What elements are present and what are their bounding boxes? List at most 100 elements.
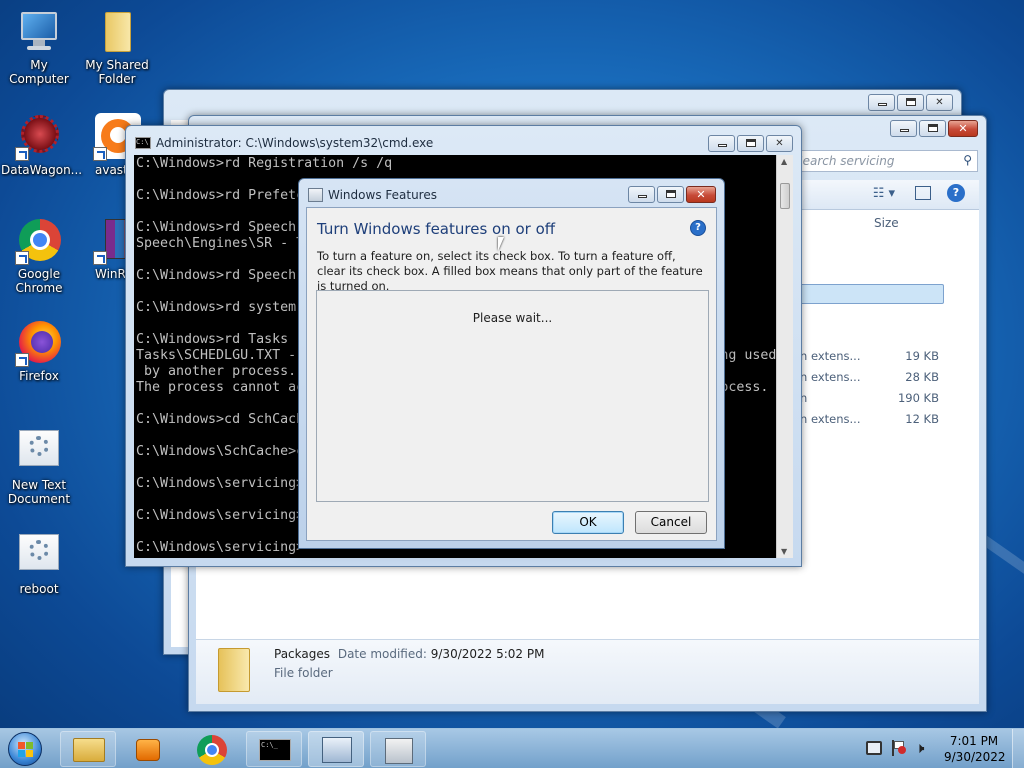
preview-pane-icon[interactable] [915,186,931,200]
file-row[interactable]: on extens... 12 KB [789,410,949,430]
windows-features-dialog[interactable]: Windows Features ✕ Turn Windows features… [298,178,725,549]
window-controls: ✕ [868,94,953,111]
desktop-icon-label: New Text Document [7,478,71,506]
taskbar-media-player[interactable] [120,731,176,767]
desktop-icon-label: Google Chrome [15,267,63,295]
file-row[interactable]: r [789,326,949,346]
column-header-size[interactable]: Size [874,216,899,230]
scroll-up-arrow-icon[interactable]: ▲ [781,157,787,166]
console-line: C:\Windows>rd Registration /s /q [136,156,393,171]
close-icon: ✕ [935,96,944,108]
chrome-icon [15,217,63,265]
features-list[interactable]: Please wait... [316,290,709,502]
help-icon[interactable]: ? [947,184,965,202]
scroll-down-arrow-icon[interactable]: ▼ [781,547,787,556]
clock-time[interactable]: 7:01 PM [944,734,1004,748]
desktop-icon-label: reboot [19,582,59,596]
file-type: on extens... [793,349,861,363]
desktop-icon-firefox[interactable]: Firefox [1,319,77,383]
help-icon[interactable]: ? [690,220,706,236]
desktop-icon-new-text-document[interactable]: New Text Document [1,428,77,506]
window-controls: ✕ [890,120,978,137]
shortcut-arrow-icon [93,251,107,265]
taskbar-chrome[interactable] [184,731,240,767]
desktop-icon-label: Firefox [19,369,59,383]
taskbar-control-panel[interactable] [370,731,426,767]
show-desktop-button[interactable] [1012,729,1024,768]
file-type: on extens... [793,370,861,384]
maximize-button[interactable] [737,135,764,152]
windows-features-icon [308,188,323,202]
maximize-button[interactable] [897,94,924,111]
folder-icon [218,648,250,692]
settings-file-icon [15,532,63,580]
file-row[interactable]: on extens... 28 KB [789,368,949,388]
minimize-button[interactable] [628,186,655,203]
close-button[interactable]: ✕ [926,94,953,111]
taskbar-cmd[interactable]: C:\_ [246,731,302,767]
windows-logo-icon [8,732,42,766]
scroll-thumb[interactable] [780,183,790,209]
close-button[interactable]: ✕ [766,135,793,152]
close-icon: ✕ [775,137,784,149]
maximize-button[interactable] [657,186,684,203]
file-size: 28 KB [905,370,939,384]
minimize-button[interactable] [890,120,917,137]
close-icon: ✕ [958,121,968,135]
taskbar-windows-features[interactable] [308,731,364,767]
shortcut-arrow-icon [15,353,29,367]
folder-library-icon [73,738,105,762]
minimize-button[interactable] [868,94,895,111]
shortcut-arrow-icon [15,147,29,161]
folder-icon [93,8,141,56]
desktop-icon-my-shared-folder[interactable]: My Shared Folder [79,8,155,86]
computer-icon [15,8,63,56]
shortcut-arrow-icon [15,251,29,265]
view-options-icon[interactable]: ☷ ▾ [873,186,895,201]
media-player-icon [136,739,160,761]
minimize-button[interactable] [708,135,735,152]
loading-status: Please wait... [472,311,553,325]
search-input[interactable]: Search servicing ⚲ [788,150,978,172]
file-row[interactable]: r [789,305,949,325]
datawagon-icon [15,113,63,161]
clock-date[interactable]: 9/30/2022 [944,750,1006,764]
dialog-body: Turn Windows features on or off ? To tur… [306,207,717,541]
close-button[interactable]: ✕ [948,120,978,137]
desktop-icon-label: DataWagon... [1,163,83,177]
window-controls: ✕ [708,135,793,152]
file-row[interactable]: on extens... 19 KB [789,347,949,367]
cmd-app-icon: C:\ [135,137,151,149]
maximize-button[interactable] [919,120,946,137]
taskbar: C:\_ 🕨 7:01 PM 9/30/2022 [0,728,1024,768]
dialog-title: Windows Features [328,188,437,202]
vertical-scrollbar[interactable]: ▲ ▼ [776,155,793,558]
shortcut-arrow-icon [93,147,107,161]
action-center-flag-icon[interactable] [891,740,906,756]
desktop-icon-reboot[interactable]: reboot [1,532,77,596]
details-date-value: 9/30/2022 5:02 PM [430,647,545,661]
start-button[interactable] [5,731,45,767]
desktop-icon-datawagon[interactable]: DataWagon... [1,113,83,177]
file-size: 190 KB [897,391,939,405]
desktop-icon-label: My Shared Folder [85,58,149,86]
network-icon[interactable] [866,741,882,755]
volume-icon[interactable]: 🕨 [915,739,924,757]
control-panel-icon [385,738,413,764]
desktop-icon-google-chrome[interactable]: Google Chrome [1,217,77,295]
cancel-button[interactable]: Cancel [635,511,707,534]
cmd-title: Administrator: C:\Windows\system32\cmd.e… [156,136,434,150]
file-row[interactable]: r [789,242,949,262]
file-row[interactable]: r [789,263,949,283]
file-row[interactable]: r [789,284,949,304]
desktop-icon-my-computer[interactable]: My Computer [1,8,77,86]
ok-button[interactable]: OK [552,511,624,534]
details-pane: Packages Date modified: 9/30/2022 5:02 P… [196,639,979,704]
desktop-icon-label: My Computer [9,58,69,86]
taskbar-explorer[interactable] [60,731,116,767]
close-button[interactable]: ✕ [686,186,716,203]
settings-file-icon [15,428,63,476]
window-controls: ✕ [628,186,716,203]
file-row[interactable]: on190 KB [789,389,949,409]
details-date-label: Date modified: [337,647,427,661]
